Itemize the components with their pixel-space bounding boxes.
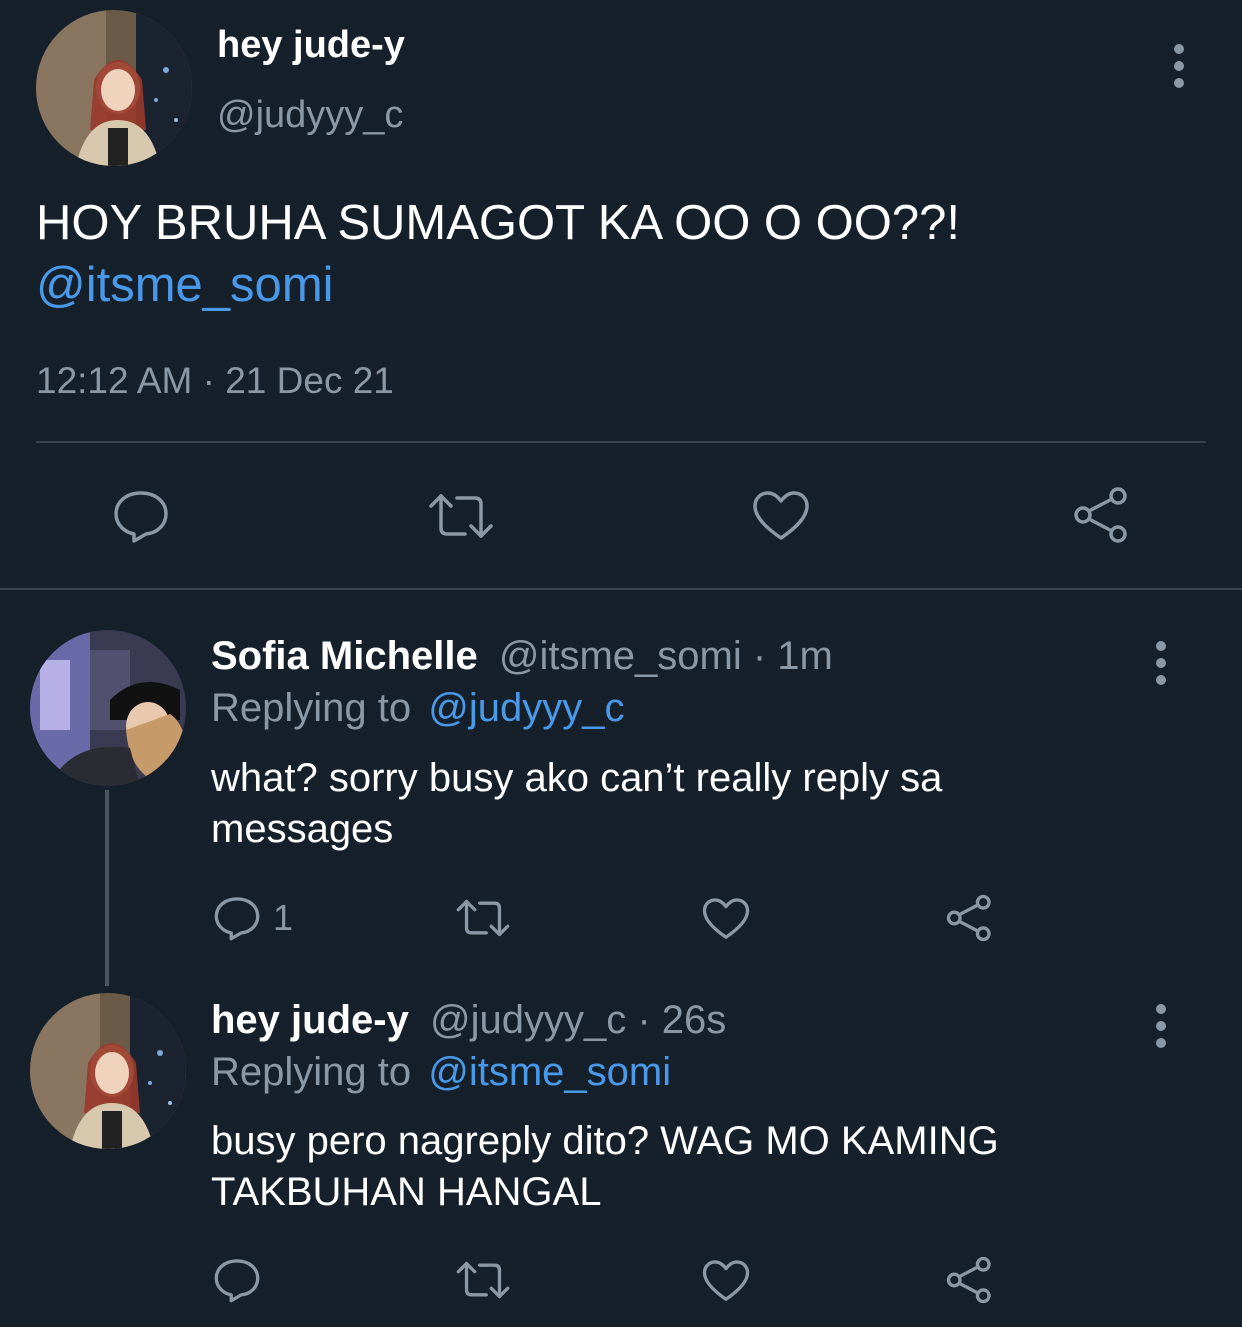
reply-2-text-line1: busy pero nagreply dito? WAG MO KAMING xyxy=(211,1119,999,1163)
main-reply-button[interactable] xyxy=(112,488,170,544)
reply-icon xyxy=(214,1259,260,1303)
reply-1-time[interactable]: · 1m xyxy=(753,634,833,678)
reply-icon xyxy=(214,897,260,941)
reply-2-header: hey jude-y @judyyy_c · 26s xyxy=(211,998,726,1043)
reply-2-display-name[interactable]: hey jude-y xyxy=(211,998,409,1042)
main-like-button[interactable] xyxy=(752,490,810,542)
reply-1-text-line1: what? sorry busy ako can’t really reply … xyxy=(211,756,943,800)
main-retweet-button[interactable] xyxy=(427,492,495,540)
reply-2-replying: Replying to @itsme_somi xyxy=(211,1050,671,1095)
like-icon xyxy=(702,1260,750,1301)
main-tweet-timestamp[interactable]: 12:12 AM · 21 Dec 21 xyxy=(36,360,394,402)
reply-2-text-line2: TAKBUHAN HANGAL xyxy=(211,1170,602,1214)
main-tweet-handle[interactable]: @judyyy_c xyxy=(217,94,403,137)
reply-1-text-line2: messages xyxy=(211,807,394,851)
main-tweet-display-name[interactable]: hey jude-y xyxy=(217,24,405,67)
reply-1-retweet-button[interactable] xyxy=(455,898,511,938)
reply-1-reply-count: 1 xyxy=(273,897,294,938)
reply-2-avatar[interactable] xyxy=(30,993,186,1149)
share-icon xyxy=(1074,487,1127,543)
reply-1-replying-label: Replying to xyxy=(211,686,412,730)
reply-1-header: Sofia Michelle @itsme_somi · 1m xyxy=(211,634,833,679)
reply-1-like-button[interactable] xyxy=(702,897,750,941)
retweet-icon xyxy=(456,899,510,937)
reply-1-replying-to[interactable]: @judyyy_c xyxy=(428,686,624,730)
reply-1-handle[interactable]: @itsme_somi xyxy=(499,634,742,678)
retweet-icon xyxy=(456,1261,510,1299)
like-icon xyxy=(753,491,809,540)
section-divider xyxy=(0,588,1242,590)
reply-2-more-icon[interactable] xyxy=(1153,1004,1169,1048)
reply-1-reply-button[interactable]: 1 xyxy=(213,894,293,942)
reply-1-more-icon[interactable] xyxy=(1153,641,1169,685)
reply-2-like-button[interactable] xyxy=(702,1259,750,1303)
reply-1-share-button[interactable] xyxy=(946,894,994,942)
reply-1-display-name[interactable]: Sofia Michelle xyxy=(211,634,478,678)
share-icon xyxy=(946,1256,991,1304)
reply-2-handle[interactable]: @judyyy_c xyxy=(430,998,626,1042)
reply-2-share-button[interactable] xyxy=(946,1256,994,1304)
reply-2-reply-button[interactable] xyxy=(213,1256,261,1304)
main-tweet-divider xyxy=(36,441,1206,443)
reply-thread-line xyxy=(105,790,109,986)
like-icon xyxy=(702,898,750,939)
main-tweet-text: HOY BRUHA SUMAGOT KA OO O OO??! xyxy=(36,196,960,250)
reply-1-replying: Replying to @judyyy_c xyxy=(211,686,624,731)
reply-2-replying-to[interactable]: @itsme_somi xyxy=(428,1050,671,1094)
reply-2-retweet-button[interactable] xyxy=(455,1260,511,1300)
reply-1-avatar[interactable] xyxy=(30,630,186,786)
main-tweet-mention[interactable]: @itsme_somi xyxy=(36,256,334,315)
main-tweet-more-icon[interactable] xyxy=(1171,44,1187,88)
main-share-button[interactable] xyxy=(1073,486,1131,544)
reply-2-time[interactable]: · 26s xyxy=(637,998,726,1042)
main-tweet-avatar[interactable] xyxy=(36,10,192,166)
retweet-icon xyxy=(429,494,493,538)
share-icon xyxy=(946,894,991,942)
reply-icon xyxy=(114,491,168,543)
reply-2-replying-label: Replying to xyxy=(211,1050,412,1094)
